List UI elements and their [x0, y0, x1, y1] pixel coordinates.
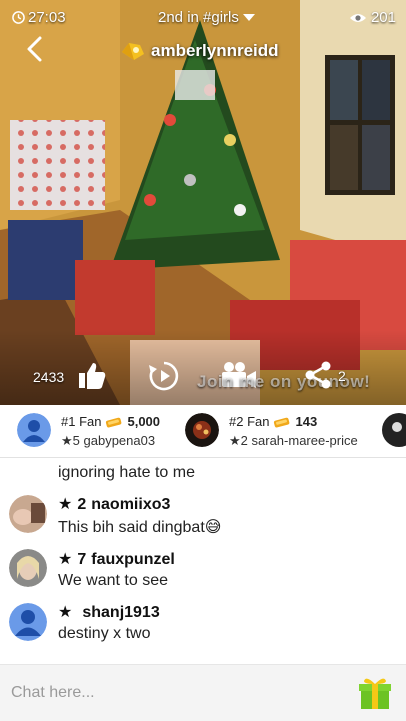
fan-username: sarah-maree-price — [251, 433, 358, 448]
chat-message: ★ 2 naomiixo3 This bih said dingbat😅 — [0, 492, 406, 542]
fan-avatar — [185, 413, 219, 447]
host-name: amberlynnreidd — [151, 41, 279, 60]
fan-coins: 143 — [295, 414, 318, 429]
fan-coins: 5,000 — [127, 414, 161, 429]
rank-text: 2nd in #girls — [158, 9, 239, 26]
clock-icon — [12, 11, 25, 24]
default-avatar-icon[interactable] — [9, 603, 47, 641]
replay-icon[interactable] — [148, 360, 180, 392]
top-fan-1[interactable]: #1 Fan 5,000 ★5 gabypena03 — [17, 411, 182, 451]
star-icon: ★ — [58, 604, 73, 621]
user-avatar[interactable] — [9, 495, 47, 533]
chat-input[interactable] — [0, 665, 350, 721]
rank-dropdown[interactable]: 2nd in #girls — [158, 9, 255, 26]
fan-username: gabypena03 — [83, 433, 156, 448]
top-fan-3-avatar-partial[interactable] — [382, 413, 406, 447]
star-icon: ★ — [58, 496, 73, 513]
chat-message-text: destiny x two — [58, 625, 151, 642]
coin-icon — [274, 417, 290, 427]
back-arrow-icon[interactable] — [22, 34, 48, 64]
fan-rank-line: #1 Fan 5,000 — [61, 414, 160, 429]
star-icon: ★ — [58, 551, 73, 568]
gift-icon[interactable] — [358, 675, 392, 711]
thumbs-up-icon[interactable] — [76, 360, 108, 392]
chat-feed[interactable]: ignoring hate to me ★ 2 naomiixo3 This bih… — [0, 458, 406, 663]
chat-message-text: This bih said dingbat😅 — [58, 519, 222, 536]
chat-username: shanj1913 — [82, 604, 160, 621]
default-avatar-icon — [17, 413, 51, 447]
viewer-count: 201 — [349, 9, 396, 26]
like-count: 2433 — [33, 369, 65, 385]
viewer-count-text: 201 — [370, 9, 396, 26]
host-name-tag[interactable]: amberlynnreidd — [120, 40, 279, 62]
fan-level: 5 — [72, 433, 80, 448]
fan-level: 2 — [240, 433, 248, 448]
top-fans-row: #1 Fan 5,000 ★5 gabypena03 #2 Fan 143 ★2… — [0, 405, 406, 458]
chat-message-text: ignoring hate to me — [58, 464, 195, 481]
eye-icon — [349, 13, 366, 22]
caret-down-icon — [242, 13, 255, 21]
share-icon[interactable] — [303, 360, 333, 390]
chat-username-line[interactable]: ★ shanj1913 — [58, 602, 160, 622]
fan-user-line: ★2 sarah-maree-price — [229, 433, 358, 448]
chat-input-bar — [0, 664, 406, 721]
chat-username: naomiixo3 — [91, 496, 171, 513]
chat-message-text: We want to see — [58, 572, 168, 589]
chat-username-line[interactable]: ★ 7 fauxpunzel — [58, 549, 175, 569]
top-fan-2[interactable]: #2 Fan 143 ★2 sarah-maree-price — [185, 411, 385, 451]
fan-rank-label: #1 Fan — [61, 414, 102, 429]
chat-username: fauxpunzel — [91, 551, 175, 568]
timer-text: 27:03 — [28, 9, 66, 26]
user-level: 7 — [77, 551, 87, 568]
chat-message: ★ 7 fauxpunzel We want to see — [0, 546, 406, 596]
fan-rank-label: #2 Fan — [229, 414, 270, 429]
share-count: 2 — [338, 368, 346, 384]
fan-user-line: ★5 gabypena03 — [61, 433, 156, 448]
video-stream[interactable]: 27:03 2nd in #girls 201 amberlynnreidd 2… — [0, 0, 406, 405]
stream-status-bar: 27:03 2nd in #girls 201 — [0, 0, 406, 34]
host-badge-icon — [122, 43, 144, 60]
user-avatar[interactable] — [9, 549, 47, 587]
user-level: 2 — [77, 496, 87, 513]
chat-message-partial: ignoring hate to me — [0, 464, 406, 488]
coin-icon — [106, 417, 122, 427]
stream-action-bar: 2433 Join me on younow! 2 — [0, 356, 406, 396]
fan-rank-line: #2 Fan 143 — [229, 414, 317, 429]
stream-timer: 27:03 — [12, 9, 66, 26]
chat-message: ★ shanj1913 destiny x two — [0, 601, 406, 651]
chat-username-line[interactable]: ★ 2 naomiixo3 — [58, 494, 170, 514]
